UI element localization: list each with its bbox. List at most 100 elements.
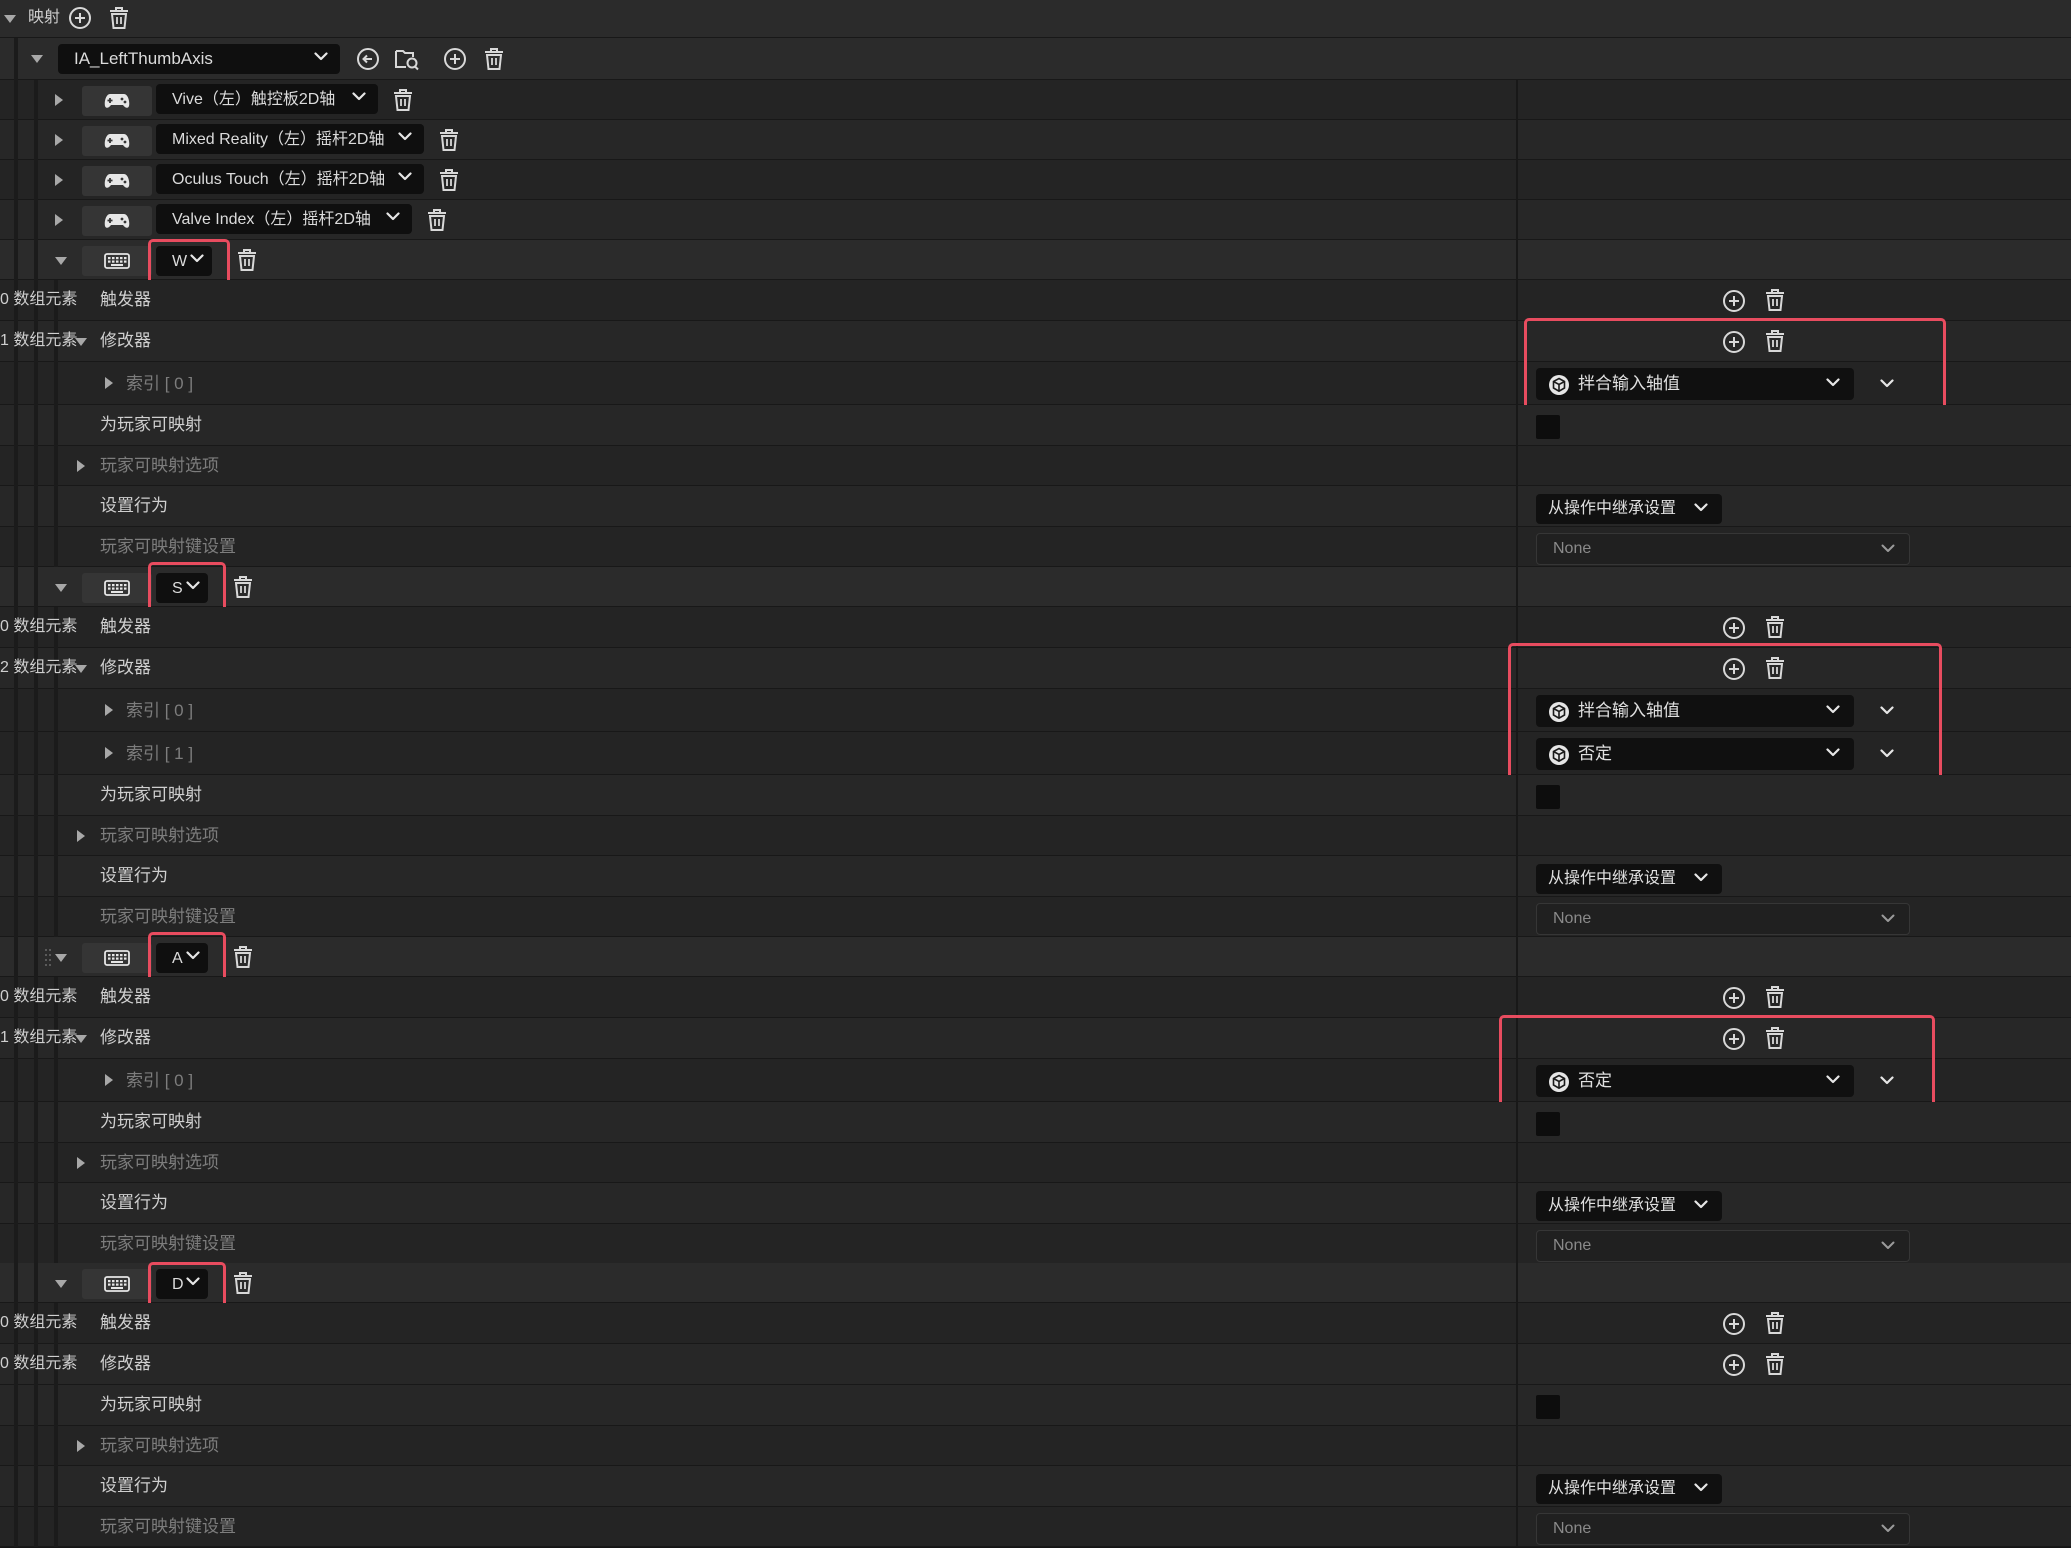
key-settings-dropdown[interactable]: None: [1536, 1230, 1910, 1262]
setting-behavior-dropdown[interactable]: 从操作中继承设置: [1536, 1191, 1723, 1221]
setting-behavior-dropdown[interactable]: 从操作中继承设置: [1536, 494, 1723, 524]
delete-all-mappings-icon[interactable]: [108, 6, 130, 30]
delete-binding-icon: [428, 209, 446, 231]
key-dropdown[interactable]: S: [156, 573, 208, 603]
modifiers-row: 修改器 1 数组元素: [0, 321, 2071, 362]
device-type-button[interactable]: [82, 573, 152, 603]
modifiers-label: 修改器: [100, 1028, 151, 1047]
delete-binding-icon[interactable]: [438, 128, 460, 152]
add-trigger-icon[interactable]: [1722, 1312, 1746, 1336]
collapse-triangle-icon[interactable]: [54, 256, 68, 266]
delete-modifiers-icon[interactable]: [1764, 329, 1786, 353]
expand-triangle-icon[interactable]: [76, 1156, 86, 1170]
key-dropdown[interactable]: Mixed Reality（左）摇杆2D轴: [156, 124, 424, 154]
expand-triangle-icon[interactable]: [104, 703, 114, 717]
drag-handle-icon[interactable]: [44, 947, 52, 967]
key-dropdown[interactable]: Vive（左）触控板2D轴: [156, 84, 378, 114]
key-dropdown[interactable]: A: [156, 943, 208, 973]
delete-binding-icon[interactable]: [232, 945, 254, 969]
device-type-button[interactable]: [82, 86, 152, 116]
collapse-triangle-icon[interactable]: [30, 54, 44, 64]
delete-modifiers-icon[interactable]: [1764, 1026, 1786, 1050]
device-type-button[interactable]: [82, 166, 152, 196]
key-settings-dropdown[interactable]: None: [1536, 903, 1910, 935]
setting-behavior-dropdown[interactable]: 从操作中继承设置: [1536, 864, 1723, 894]
expand-triangle-icon[interactable]: [104, 376, 114, 390]
modifier-type-dropdown[interactable]: 拌合输入轴值: [1536, 368, 1854, 400]
key-dropdown[interactable]: W: [156, 246, 212, 276]
collapse-triangle-icon[interactable]: [54, 1279, 68, 1289]
collapse-triangle-icon[interactable]: [3, 14, 17, 24]
key-dropdown[interactable]: Valve Index（左）摇杆2D轴: [156, 204, 412, 234]
delete-triggers-icon[interactable]: [1764, 985, 1786, 1009]
collapse-triangle-icon[interactable]: [54, 953, 68, 963]
device-type-button[interactable]: [82, 246, 152, 276]
device-type-button[interactable]: [82, 943, 152, 973]
expand-triangle-icon[interactable]: [104, 1073, 114, 1087]
delete-triggers-icon[interactable]: [1764, 615, 1786, 639]
expand-modifier-chevron-icon[interactable]: [1880, 749, 1894, 758]
add-mapping-icon[interactable]: [68, 6, 92, 30]
expand-triangle-icon[interactable]: [54, 93, 64, 107]
delete-binding-icon[interactable]: [426, 208, 448, 232]
delete-modifiers-icon[interactable]: [1764, 656, 1786, 680]
binding-row: D: [0, 1263, 2071, 1303]
expand-triangle-icon[interactable]: [104, 746, 114, 760]
indent-guide: [34, 897, 38, 937]
key-name: W: [172, 253, 188, 270]
key-dropdown[interactable]: Oculus Touch（左）摇杆2D轴: [156, 164, 424, 194]
indent-guide: [14, 1385, 18, 1426]
delete-binding-icon[interactable]: [232, 1271, 254, 1295]
expand-triangle-icon[interactable]: [54, 213, 64, 227]
modifier-index-row: 索引 [ 1 ] 否定: [0, 732, 2071, 775]
delete-binding-icon[interactable]: [236, 248, 258, 272]
delete-binding-icon[interactable]: [232, 575, 254, 599]
collapse-triangle-icon[interactable]: [54, 583, 68, 593]
indent-guide: [34, 486, 38, 527]
collapse-triangle-icon: [55, 257, 67, 265]
key-settings-dropdown[interactable]: None: [1536, 1513, 1910, 1545]
chevron-down-icon: [186, 581, 200, 590]
modifier-type-dropdown[interactable]: 否定: [1536, 738, 1854, 770]
expand-triangle-icon[interactable]: [54, 133, 64, 147]
setting-behavior-dropdown[interactable]: 从操作中继承设置: [1536, 1474, 1723, 1504]
delete-binding-icon[interactable]: [438, 168, 460, 192]
expand-modifier-chevron-icon[interactable]: [1880, 379, 1894, 388]
delete-triggers-icon[interactable]: [1764, 288, 1786, 312]
add-trigger-icon[interactable]: [1722, 616, 1746, 640]
add-modifier-icon[interactable]: [1722, 1027, 1746, 1051]
modifier-type-dropdown[interactable]: 拌合输入轴值: [1536, 695, 1854, 727]
add-binding-icon[interactable]: [443, 47, 467, 71]
player-mappable-checkbox[interactable]: [1536, 785, 1560, 809]
modifier-type-dropdown[interactable]: 否定: [1536, 1065, 1854, 1097]
player-mappable-checkbox[interactable]: [1536, 1395, 1560, 1419]
expand-triangle-icon[interactable]: [76, 459, 86, 473]
indent-guide: [14, 689, 18, 732]
key-settings-dropdown[interactable]: None: [1536, 533, 1910, 565]
expand-triangle-icon[interactable]: [76, 829, 86, 843]
add-trigger-icon[interactable]: [1722, 986, 1746, 1010]
expand-triangle-icon[interactable]: [54, 173, 64, 187]
action-dropdown[interactable]: IA_LeftThumbAxis: [58, 44, 340, 74]
expand-modifier-chevron-icon[interactable]: [1880, 1076, 1894, 1085]
indent-guide: [54, 1385, 58, 1426]
device-type-button[interactable]: [82, 126, 152, 156]
add-trigger-icon[interactable]: [1722, 289, 1746, 313]
expand-triangle-icon[interactable]: [76, 1439, 86, 1453]
use-selected-asset-icon[interactable]: [356, 47, 380, 71]
add-modifier-icon[interactable]: [1722, 657, 1746, 681]
key-dropdown[interactable]: D: [156, 1269, 208, 1299]
device-type-button[interactable]: [82, 1269, 152, 1299]
add-modifier-icon[interactable]: [1722, 330, 1746, 354]
delete-action-icon[interactable]: [483, 47, 505, 71]
browse-asset-icon[interactable]: [394, 47, 420, 71]
delete-modifiers-icon[interactable]: [1764, 1352, 1786, 1376]
player-mappable-checkbox[interactable]: [1536, 415, 1560, 439]
add-modifier-icon[interactable]: [1722, 1353, 1746, 1377]
expand-modifier-chevron-icon[interactable]: [1880, 706, 1894, 715]
indent-guide: [34, 1385, 38, 1426]
device-type-button[interactable]: [82, 206, 152, 236]
delete-binding-icon[interactable]: [392, 88, 414, 112]
delete-triggers-icon[interactable]: [1764, 1311, 1786, 1335]
player-mappable-checkbox[interactable]: [1536, 1112, 1560, 1136]
